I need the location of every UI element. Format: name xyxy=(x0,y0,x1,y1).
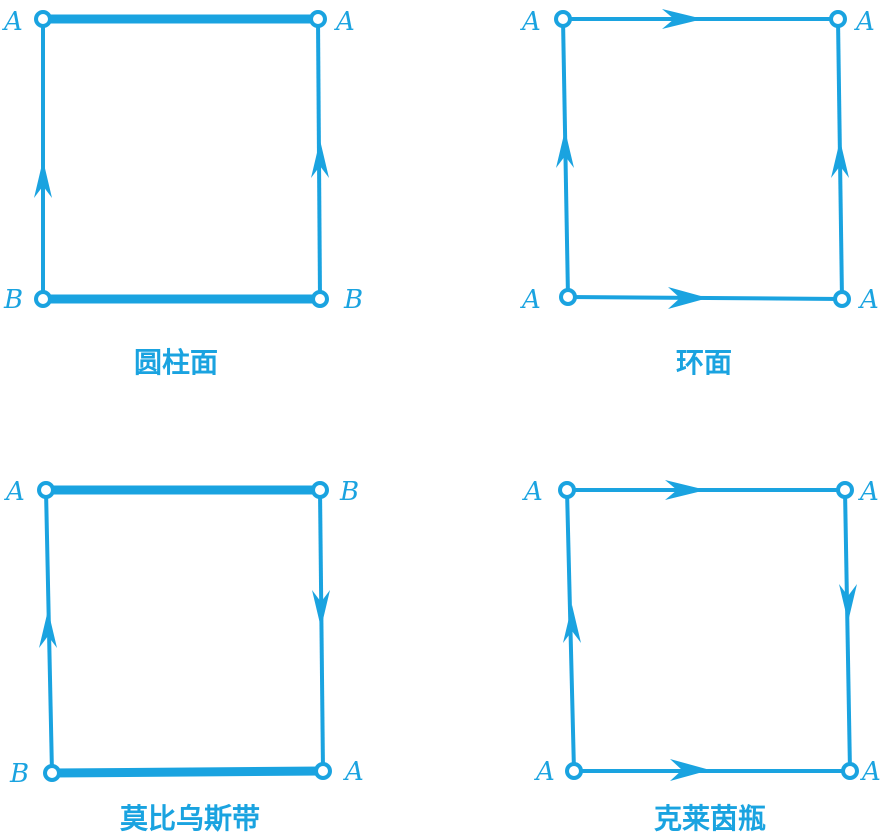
panel-caption: 克莱茵瓶 xyxy=(654,802,766,835)
vertex-circle xyxy=(559,288,577,306)
vertex-circle xyxy=(829,10,847,28)
vertex-circle xyxy=(314,762,332,780)
vertex-circle xyxy=(833,290,851,308)
edge-right xyxy=(843,489,852,772)
panel-torus: A A A A 环面 xyxy=(520,7,879,379)
panel-caption: 莫比乌斯带 xyxy=(120,802,260,835)
corner-label-br: A xyxy=(858,285,879,315)
corner-label-tr: A xyxy=(334,7,355,37)
corner-label-br: B xyxy=(343,285,363,315)
corner-label-bl: B xyxy=(9,759,29,789)
vertex-circle xyxy=(565,762,583,780)
corner-label-tl: A xyxy=(522,477,543,507)
vertex-circle xyxy=(554,10,572,28)
corner-label-bl: A xyxy=(534,757,555,787)
edge-right xyxy=(318,489,325,772)
panel-cylinder: A A B B 圆柱面 xyxy=(2,7,363,379)
corner-label-tr: A xyxy=(854,7,875,37)
panel-caption: 环面 xyxy=(676,346,732,379)
corner-label-tr: A xyxy=(858,477,879,507)
vertex-circle xyxy=(311,290,329,308)
corner-label-tl: A xyxy=(2,7,23,37)
panel-klein-bottle: A A A A 克莱茵瓶 xyxy=(522,477,881,835)
vertex-circle xyxy=(836,481,854,499)
vertex-circle xyxy=(34,290,52,308)
identification-diagram: A A B B 圆柱面 A A A A 环面 A B B A 莫比乌斯带 A A… xyxy=(2,7,881,835)
vertex-circle xyxy=(558,481,576,499)
panel-caption: 圆柱面 xyxy=(134,346,218,379)
vertex-circle xyxy=(43,764,61,782)
corner-label-bl: B xyxy=(3,285,23,315)
vertex-circle xyxy=(309,10,327,28)
edge-bottom xyxy=(47,766,328,778)
vertex-circle xyxy=(841,762,859,780)
panel-mobius: A B B A 莫比乌斯带 xyxy=(4,477,364,835)
corner-label-tr: B xyxy=(339,477,359,507)
vertex-circle xyxy=(37,481,55,499)
corner-label-br: A xyxy=(343,757,364,787)
vertex-circle xyxy=(34,10,52,28)
corner-label-br: A xyxy=(860,757,881,787)
corner-label-tl: A xyxy=(4,477,25,507)
vertex-circle xyxy=(311,481,329,499)
corner-label-tl: A xyxy=(520,7,541,37)
corner-label-bl: A xyxy=(520,285,541,315)
